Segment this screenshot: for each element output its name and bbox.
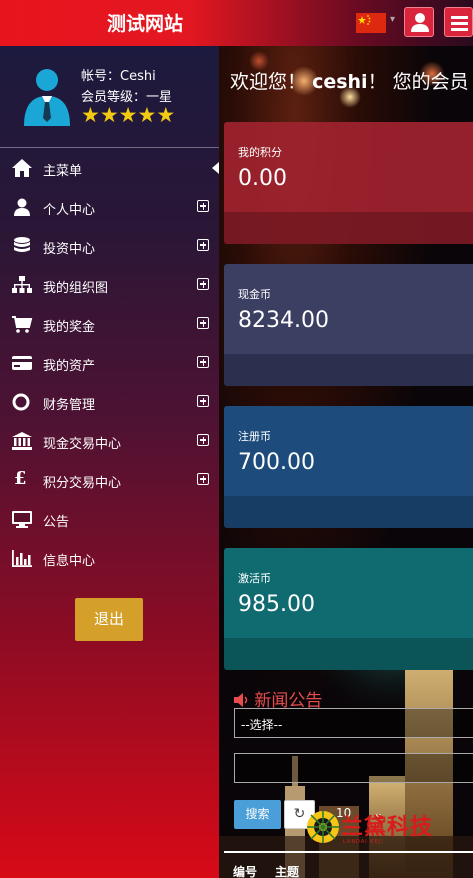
sidebar-item-label: 主菜单 [43,164,83,179]
user-icon [411,13,429,32]
sidebar-item-personal-center[interactable]: 个人中心 [0,187,219,226]
card-bottom [224,354,473,386]
watermark-subtext: LANDAI KEJI [343,839,384,845]
select-placeholder: --选择-- [241,718,283,732]
sidebar-item-label: 我的资产 [43,359,96,374]
watermark-logo: 兰黛科技 LANDAI KEJI [303,805,473,850]
search-input[interactable] [234,753,473,783]
logout-button[interactable]: 退出 [75,598,143,641]
china-flag-icon[interactable] [356,13,386,33]
home-icon [12,159,32,177]
welcome-message: 欢迎您！ ceshi！ 您的会员 [230,67,469,94]
sidebar-item-cash-trading[interactable]: 现金交易中心 [0,421,219,460]
star-icon: ★ [81,103,100,127]
activation-coin-card[interactable]: 激活币 985.00 [224,548,473,670]
rating-stars: ★★★★★ [81,104,175,126]
expand-icon[interactable] [197,239,209,251]
avatar-icon [24,69,70,126]
star-icon: ★ [137,103,157,127]
sidebar-item-announcement[interactable]: 公告 [0,499,219,538]
site-title: 测试网站 [106,13,183,35]
expand-icon[interactable] [197,200,209,212]
circle-icon [12,393,30,411]
watermark-text: 兰黛科技 [341,814,434,840]
card-bottom [224,496,473,528]
star-icon: ★ [156,103,176,127]
credit-card-icon [12,356,32,370]
card-value: 0.00 [238,166,287,191]
sidebar-item-message-center[interactable]: 信息中心 [0,538,219,577]
top-bar: 测试网站 ▾ [0,0,473,46]
sidebar-item-investment-center[interactable]: 投资中心 [0,226,219,265]
card-bottom [224,212,473,244]
welcome-prefix: 欢迎您！ [230,71,307,93]
expand-icon[interactable] [197,473,209,485]
sidebar-menu: 主菜单 个人中心 投资中心 我的组织图 我的奖金 我的资产 财务管理 现金交易中… [0,148,219,577]
card-label: 我的积分 [238,146,282,159]
sidebar-item-label: 我的奖金 [43,320,96,335]
bar-chart-icon [12,550,32,567]
main-content: 欢迎您！ ceshi！ 您的会员 我的积分 0.00 现金币 8234.00 注… [219,46,473,878]
sidebar-item-points-trading[interactable]: £ 积分交易中心 [0,460,219,499]
expand-icon[interactable] [197,317,209,329]
sidebar-item-label: 我的组织图 [43,281,109,296]
sidebar-item-label: 投资中心 [43,242,96,257]
sidebar-item-label: 公告 [43,515,70,530]
sidebar-item-label: 信息中心 [43,554,96,569]
sidebar-item-label: 积分交易中心 [43,476,122,491]
sidebar-item-my-bonus[interactable]: 我的奖金 [0,304,219,343]
star-icon: ★ [99,103,119,127]
card-label: 激活币 [238,572,271,585]
sitemap-icon [12,276,32,293]
pound-icon: £ [14,468,27,489]
account-name: 帐号：Ceshi [81,69,156,84]
menu-button[interactable] [444,7,473,37]
expand-icon[interactable] [197,356,209,368]
database-icon [14,237,30,252]
column-header[interactable]: 主题 [275,863,299,878]
expand-icon[interactable] [197,395,209,407]
hamburger-icon [451,16,468,31]
news-table-header: 编号 主题 [224,851,473,878]
watermark-emblem-icon [307,811,339,843]
profile-panel: 帐号：Ceshi 会员等级：一星 ★★★★★ [0,46,219,146]
sidebar-item-org-chart[interactable]: 我的组织图 [0,265,219,304]
sidebar-item-finance[interactable]: 财务管理 [0,382,219,421]
sidebar-item-label: 现金交易中心 [43,437,122,452]
bank-icon [12,432,32,450]
category-select[interactable]: --选择-- [234,708,473,738]
cash-coin-card[interactable]: 现金币 8234.00 [224,264,473,386]
sidebar-item-my-assets[interactable]: 我的资产 [0,343,219,382]
user-button[interactable] [404,7,434,37]
sidebar-item-label: 财务管理 [43,398,96,413]
expand-icon[interactable] [197,278,209,290]
card-label: 现金币 [238,288,271,301]
welcome-username: ceshi [312,71,368,93]
register-coin-card[interactable]: 注册币 700.00 [224,406,473,528]
sidebar-item-main-menu[interactable]: 主菜单 [0,148,219,187]
card-label: 注册币 [238,430,271,443]
card-value: 8234.00 [238,308,329,333]
card-bottom [224,638,473,670]
monitor-icon [12,511,32,528]
card-value: 985.00 [238,592,315,617]
card-value: 700.00 [238,450,315,475]
sidebar-item-label: 个人中心 [43,203,96,218]
active-indicator [212,162,219,174]
speaker-icon [234,693,248,707]
star-icon: ★ [118,103,138,127]
sidebar: 帐号：Ceshi 会员等级：一星 ★★★★★ 主菜单 个人中心 投资中心 我的组… [0,46,219,878]
column-header[interactable]: 编号 [233,863,257,878]
search-button[interactable]: 搜索 [234,800,281,829]
welcome-suffix: ！ 您的会员 [367,71,469,93]
chevron-down-icon[interactable]: ▾ [390,14,395,25]
user-icon [14,198,30,216]
cart-icon [12,316,33,333]
expand-icon[interactable] [197,434,209,446]
points-card[interactable]: 我的积分 0.00 [224,122,473,244]
